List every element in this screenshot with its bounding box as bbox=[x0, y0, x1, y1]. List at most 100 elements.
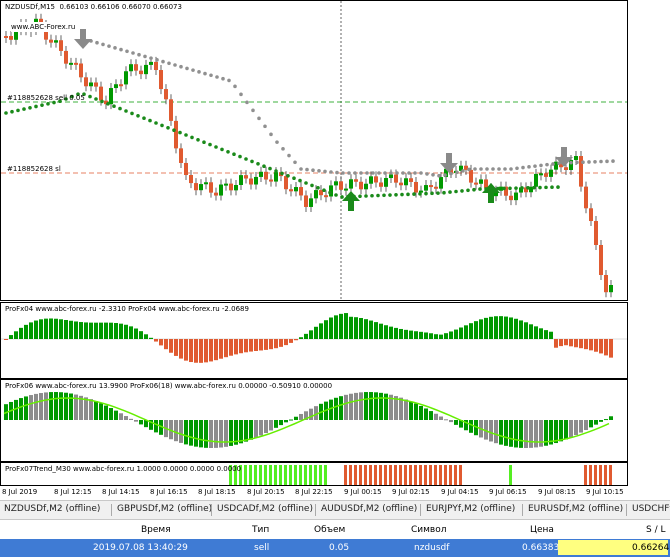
order-line-label[interactable]: #118852628 sell 0.05 bbox=[7, 94, 85, 102]
histogram-bar bbox=[174, 420, 178, 442]
trend-dot bbox=[359, 171, 363, 175]
trend-bar bbox=[309, 465, 312, 485]
candle-body bbox=[89, 82, 93, 87]
main-chart[interactable]: NZDUSDf,M15 0.66103 0.66106 0.66070 0.66… bbox=[0, 0, 628, 301]
trend-dot bbox=[317, 169, 321, 173]
histogram-bar bbox=[604, 339, 608, 356]
trend-bar bbox=[409, 465, 412, 485]
col-type[interactable]: Тип bbox=[252, 525, 269, 535]
trend-dot bbox=[341, 171, 345, 175]
signal-dot bbox=[148, 118, 152, 123]
histogram-bar bbox=[104, 405, 108, 420]
histogram-bar bbox=[154, 420, 158, 433]
tab-usdchf[interactable]: USDCHFf, bbox=[632, 504, 670, 514]
tab-nzdusd[interactable]: NZDUSDf,M2 (offline) bbox=[4, 504, 100, 514]
sl-line-label[interactable]: #118852628 sl bbox=[7, 165, 61, 173]
tab-separator bbox=[626, 504, 627, 516]
trend-dot bbox=[395, 171, 399, 175]
trend-bar bbox=[459, 465, 462, 485]
histogram-bar bbox=[514, 420, 518, 448]
profx07-panel[interactable]: ProFx07Trend_M30 www.abc-forex.ru 1.0000… bbox=[0, 462, 628, 486]
tab-eurusd[interactable]: EURUSDf,M2 (offline) bbox=[528, 504, 623, 514]
candle-body bbox=[119, 84, 123, 87]
trend-dot bbox=[215, 75, 219, 79]
candle-body bbox=[429, 185, 433, 188]
trend-dot bbox=[347, 171, 351, 175]
signal-dot bbox=[466, 188, 470, 193]
tab-audusd[interactable]: AUDUSDf,M2 (offline) bbox=[321, 504, 417, 514]
trend-dot bbox=[305, 167, 309, 172]
trend-bar bbox=[419, 465, 422, 485]
histogram-bar bbox=[424, 332, 428, 339]
trend-dot bbox=[413, 171, 417, 175]
trend-dot bbox=[323, 169, 327, 174]
histogram-bar bbox=[399, 328, 403, 339]
profx04-panel[interactable]: ProFx04 www.abc-forex.ru -2.3310 ProFx04… bbox=[0, 302, 628, 379]
histogram-bar bbox=[449, 420, 453, 423]
histogram-bar bbox=[184, 420, 188, 445]
profx06-panel[interactable]: ProFx06 www.abc-forex.ru 13.9900 ProFx06… bbox=[0, 379, 628, 462]
signal-dot bbox=[556, 185, 560, 189]
price-candles bbox=[1, 1, 627, 300]
histogram-bar bbox=[404, 329, 408, 339]
signal-dot bbox=[538, 185, 542, 190]
histogram-bar bbox=[374, 392, 378, 420]
signal-dot bbox=[502, 186, 506, 191]
col-symbol[interactable]: Символ bbox=[411, 525, 447, 535]
histogram-bar bbox=[349, 316, 353, 339]
tab-eurjpy[interactable]: EURJPYf,M2 (offline) bbox=[426, 504, 515, 514]
tab-usdcad[interactable]: USDCADf,M2 (offline) bbox=[217, 504, 313, 514]
histogram-bar bbox=[354, 392, 358, 420]
tab-separator bbox=[111, 504, 112, 516]
table-row[interactable]: 2019.07.08 13:40:29 sell 0.05 nzdusdf 0.… bbox=[0, 539, 670, 557]
signal-dot bbox=[334, 193, 338, 197]
candle-body bbox=[294, 187, 298, 192]
histogram-bar bbox=[474, 321, 478, 339]
histogram-bar bbox=[84, 397, 88, 420]
histogram-bar bbox=[584, 420, 588, 431]
col-volume[interactable]: Объем bbox=[314, 525, 345, 535]
candle-body bbox=[479, 179, 483, 184]
histogram-bar bbox=[444, 333, 448, 339]
sl-cell[interactable]: 0.66264 bbox=[558, 540, 669, 555]
histogram-bar bbox=[34, 393, 38, 420]
histogram-bar bbox=[339, 313, 343, 339]
tab-gbpusd[interactable]: GBPUSDf,M2 (offline) bbox=[117, 504, 212, 514]
histogram-bar bbox=[589, 420, 593, 428]
histogram-bar bbox=[99, 403, 103, 420]
histogram-bar bbox=[154, 339, 158, 342]
candle-body bbox=[154, 61, 158, 71]
candle-body bbox=[144, 64, 148, 75]
histogram-bar bbox=[454, 420, 458, 425]
candle-body bbox=[49, 39, 53, 43]
signal-dot bbox=[520, 186, 524, 190]
trend-dot bbox=[137, 52, 141, 57]
trend-bar bbox=[279, 465, 282, 485]
trend-dot bbox=[503, 167, 507, 171]
trend-dot bbox=[155, 58, 159, 62]
candle-body bbox=[184, 162, 188, 176]
histogram-bar bbox=[469, 420, 473, 433]
trend-bar bbox=[364, 465, 367, 485]
candle-body bbox=[439, 177, 443, 189]
trend-dot bbox=[455, 170, 459, 175]
col-time[interactable]: Время bbox=[141, 525, 171, 535]
col-sl[interactable]: S / L bbox=[646, 525, 665, 535]
trend-dot bbox=[203, 71, 207, 76]
signal-dot bbox=[166, 126, 170, 130]
candle-body bbox=[54, 40, 58, 43]
trend-dot bbox=[239, 92, 243, 97]
histogram-bar bbox=[259, 420, 263, 436]
histogram-bar bbox=[69, 320, 73, 339]
trend-dot bbox=[371, 171, 375, 175]
col-price[interactable]: Цена bbox=[530, 525, 554, 535]
trend-bar bbox=[289, 465, 292, 485]
histogram-bar bbox=[239, 339, 243, 354]
trend-bar bbox=[304, 465, 307, 485]
price-scale[interactable] bbox=[628, 0, 670, 486]
histogram-bar bbox=[314, 326, 318, 339]
signal-dot bbox=[196, 138, 200, 142]
trend-bar bbox=[314, 465, 317, 485]
candle-body bbox=[339, 181, 343, 190]
candle-body bbox=[189, 175, 193, 184]
